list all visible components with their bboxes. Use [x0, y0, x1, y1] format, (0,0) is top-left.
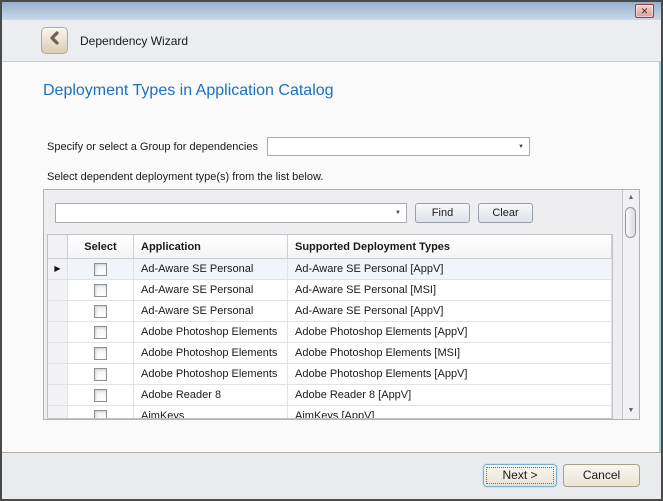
row-marker-cell [48, 280, 68, 301]
deployment-type-cell: Ad-Aware SE Personal [MSI] [288, 280, 612, 301]
application-cell: Ad-Aware SE Personal [134, 280, 288, 301]
chevron-down-icon[interactable]: ▼ [390, 210, 406, 216]
table-body: ▶ Ad-Aware SE Personal Ad-Aware SE Perso… [48, 259, 612, 419]
back-arrow-icon [47, 30, 63, 51]
dependency-wizard-window: ✕ Dependency Wizard Deployment Types in … [0, 0, 663, 501]
deployment-type-cell: Adobe Photoshop Elements [AppV] [288, 322, 612, 343]
row-checkbox[interactable] [94, 410, 107, 420]
group-combobox-input[interactable] [268, 138, 513, 155]
deployment-type-cell: Ad-Aware SE Personal [AppV] [288, 259, 612, 280]
select-cell [68, 364, 134, 385]
page-title: Deployment Types in Application Catalog [43, 82, 334, 100]
search-input[interactable] [56, 204, 390, 222]
close-icon[interactable]: ✕ [635, 4, 654, 18]
select-cell [68, 406, 134, 419]
table-row[interactable]: ▶ Ad-Aware SE Personal Ad-Aware SE Perso… [48, 259, 612, 280]
cancel-button[interactable]: Cancel [563, 464, 640, 487]
row-checkbox[interactable] [94, 368, 107, 381]
application-cell: AimKeys [134, 406, 288, 419]
table-row[interactable]: Ad-Aware SE Personal Ad-Aware SE Persona… [48, 280, 612, 301]
row-checkbox[interactable] [94, 305, 107, 318]
column-header-select[interactable]: Select [68, 235, 134, 259]
chevron-down-icon[interactable]: ▼ [513, 144, 529, 150]
row-marker-cell [48, 343, 68, 364]
select-cell [68, 343, 134, 364]
deployment-types-grid: Select Application Supported Deployment … [47, 234, 613, 419]
clear-button[interactable]: Clear [478, 203, 533, 223]
row-marker-cell: ▶ [48, 259, 68, 280]
deployment-type-cell: Adobe Photoshop Elements [AppV] [288, 364, 612, 385]
row-marker-cell [48, 364, 68, 385]
row-checkbox[interactable] [94, 263, 107, 276]
grid-header-row: Select Application Supported Deployment … [48, 235, 612, 259]
deployment-type-cell: Ad-Aware SE Personal [AppV] [288, 301, 612, 322]
application-cell: Adobe Photoshop Elements [134, 364, 288, 385]
table-row[interactable]: AimKeys AimKeys [AppV] [48, 406, 612, 419]
row-marker-cell [48, 322, 68, 343]
select-cell [68, 280, 134, 301]
find-button[interactable]: Find [415, 203, 470, 223]
select-cell [68, 259, 134, 280]
application-cell: Adobe Photoshop Elements [134, 322, 288, 343]
back-button[interactable] [41, 27, 68, 54]
vertical-scrollbar[interactable]: ▲ ▼ [622, 190, 639, 419]
row-checkbox[interactable] [94, 347, 107, 360]
column-header-application[interactable]: Application [134, 235, 288, 259]
table-row[interactable]: Adobe Photoshop Elements Adobe Photoshop… [48, 322, 612, 343]
deployment-type-cell: AimKeys [AppV] [288, 406, 612, 419]
row-marker-cell [48, 406, 68, 419]
scrollbar-thumb[interactable] [625, 207, 636, 238]
current-row-arrow-icon: ▶ [54, 265, 60, 273]
wizard-header: Dependency Wizard [2, 20, 661, 62]
select-cell [68, 322, 134, 343]
row-checkbox[interactable] [94, 389, 107, 402]
application-cell: Ad-Aware SE Personal [134, 259, 288, 280]
row-marker-header-cell [48, 235, 68, 259]
table-row[interactable]: Adobe Reader 8 Adobe Reader 8 [AppV] [48, 385, 612, 406]
select-cell [68, 385, 134, 406]
application-cell: Ad-Aware SE Personal [134, 301, 288, 322]
select-cell [68, 301, 134, 322]
footer-bar: Next > Cancel [2, 452, 661, 499]
next-button[interactable]: Next > [483, 464, 557, 487]
row-checkbox[interactable] [94, 284, 107, 297]
table-row[interactable]: Adobe Photoshop Elements Adobe Photoshop… [48, 364, 612, 385]
group-combobox[interactable]: ▼ [267, 137, 530, 156]
dependents-panel: ▼ Find Clear Select Application Supporte… [43, 189, 640, 420]
deployment-type-cell: Adobe Reader 8 [AppV] [288, 385, 612, 406]
search-combobox[interactable]: ▼ [55, 203, 407, 223]
table-row[interactable]: Ad-Aware SE Personal Ad-Aware SE Persona… [48, 301, 612, 322]
group-label: Specify or select a Group for dependenci… [47, 141, 258, 153]
row-checkbox[interactable] [94, 326, 107, 339]
title-bar: ✕ [2, 2, 661, 20]
select-dependents-label: Select dependent deployment type(s) from… [47, 171, 323, 183]
scroll-up-icon[interactable]: ▲ [623, 190, 639, 206]
application-cell: Adobe Reader 8 [134, 385, 288, 406]
deployment-type-cell: Adobe Photoshop Elements [MSI] [288, 343, 612, 364]
wizard-title: Dependency Wizard [80, 20, 188, 61]
table-row[interactable]: Adobe Photoshop Elements Adobe Photoshop… [48, 343, 612, 364]
column-header-deployment-types[interactable]: Supported Deployment Types [288, 235, 612, 259]
application-cell: Adobe Photoshop Elements [134, 343, 288, 364]
row-marker-cell [48, 385, 68, 406]
row-marker-cell [48, 301, 68, 322]
scroll-down-icon[interactable]: ▼ [623, 403, 639, 419]
